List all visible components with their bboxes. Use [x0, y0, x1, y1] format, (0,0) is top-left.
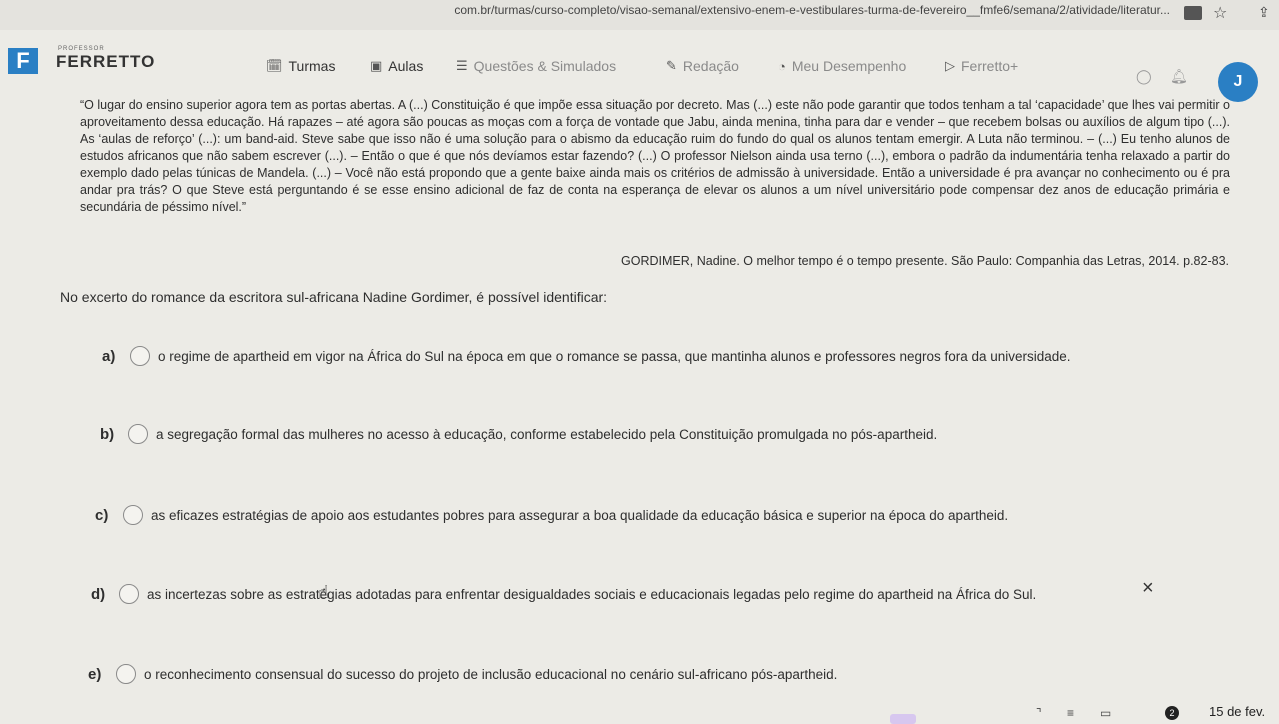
option-a[interactable]: a) o regime de apartheid em vigor na Áfr… [102, 346, 1071, 366]
option-e[interactable]: e) o reconhecimento consensual do sucess… [88, 664, 837, 684]
nav-turmas[interactable]: 🗓 Turmas [266, 58, 335, 74]
option-letter: d) [91, 585, 106, 603]
question-prompt: No excerto do romance da escritora sul-a… [60, 289, 608, 305]
chat-icon[interactable]: ◯ [1136, 68, 1152, 85]
option-radio[interactable] [128, 424, 148, 444]
bell-icon[interactable]: 🔔︎ [1170, 68, 1188, 85]
translate-extension-icon[interactable] [1184, 6, 1202, 20]
notification-badge[interactable]: 2 [1165, 706, 1179, 720]
logo-name[interactable]: FERRETTO [56, 52, 155, 72]
option-radio[interactable] [130, 346, 150, 366]
option-radio[interactable] [123, 505, 143, 525]
list-icon: ☰ [456, 58, 468, 73]
bookmark-star-icon[interactable]: ☆ [1213, 3, 1227, 23]
avatar[interactable]: J [1218, 62, 1258, 102]
nav-desempenho[interactable]: ◔ Meu Desempenho [778, 58, 906, 74]
nav-label: Questões & Simulados [473, 58, 617, 74]
nav-ferretto-plus[interactable]: ▷ Ferretto+ [945, 58, 1018, 74]
tray-icon[interactable]: ⌝ [1036, 706, 1042, 720]
option-d[interactable]: d) as incertezas sobre as estratégias ad… [91, 584, 1036, 604]
eliminate-option-d-icon[interactable]: × [1142, 577, 1154, 600]
chart-icon: ◔ [778, 58, 786, 74]
nav-label: Turmas [288, 58, 336, 74]
url-text[interactable]: com.br/turmas/curso-completo/visao-seman… [0, 3, 1170, 17]
option-text: as incertezas sobre as estratégias adota… [147, 586, 1037, 602]
browser-address-bar[interactable]: com.br/turmas/curso-completo/visao-seman… [0, 0, 1279, 30]
option-text: a segregação formal das mulheres no aces… [156, 426, 938, 442]
option-text: as eficazes estratégias de apoio aos est… [151, 507, 1009, 523]
nav-redacao[interactable]: ✎ Redação [666, 58, 739, 74]
option-letter: b) [100, 425, 115, 443]
site-header: F PROFESSOR FERRETTO 🗓 Turmas ▣ Aulas ☰ … [0, 38, 1279, 102]
calendar-check-icon: 🗓 [266, 58, 283, 73]
option-radio[interactable] [116, 664, 136, 684]
option-text: o regime de apartheid em vigor na África… [158, 348, 1071, 364]
date-label: 15 de fev. [1209, 704, 1266, 719]
nav-label: Aulas [388, 58, 424, 74]
logo-icon[interactable]: F [8, 48, 38, 74]
pencil-icon: ✎ [666, 58, 677, 73]
option-letter: a) [102, 347, 116, 365]
play-box-icon: ▷ [945, 58, 955, 73]
passage-citation: GORDIMER, Nadine. O melhor tempo é o tem… [621, 254, 1229, 268]
nav-label: Meu Desempenho [791, 58, 907, 74]
play-icon: ▣ [370, 58, 383, 73]
nav-questoes[interactable]: ☰ Questões & Simulados [456, 58, 616, 74]
option-letter: e) [88, 665, 102, 683]
keyboard-icon[interactable]: ≡ [1067, 706, 1074, 720]
passage-text: “O lugar do ensino superior agora tem as… [80, 98, 1230, 214]
option-text: o reconhecimento consensual do sucesso d… [144, 666, 838, 682]
hand-cursor-icon: ☝ [318, 582, 329, 602]
app-icon[interactable] [890, 714, 916, 724]
share-icon[interactable]: ⇪ [1258, 4, 1270, 21]
option-letter: c) [95, 506, 109, 524]
nav-aulas[interactable]: ▣ Aulas [370, 58, 423, 74]
bookmark-icon[interactable]: ▭ [1100, 706, 1111, 720]
taskbar: ⌝ ≡ ▭ [0, 700, 1279, 724]
option-b[interactable]: b) a segregação formal das mulheres no a… [100, 424, 937, 444]
option-radio[interactable] [119, 584, 139, 604]
nav-label: Ferretto+ [961, 58, 1019, 74]
nav-label: Redação [682, 58, 739, 74]
option-c[interactable]: c) as eficazes estratégias de apoio aos … [95, 505, 1008, 525]
